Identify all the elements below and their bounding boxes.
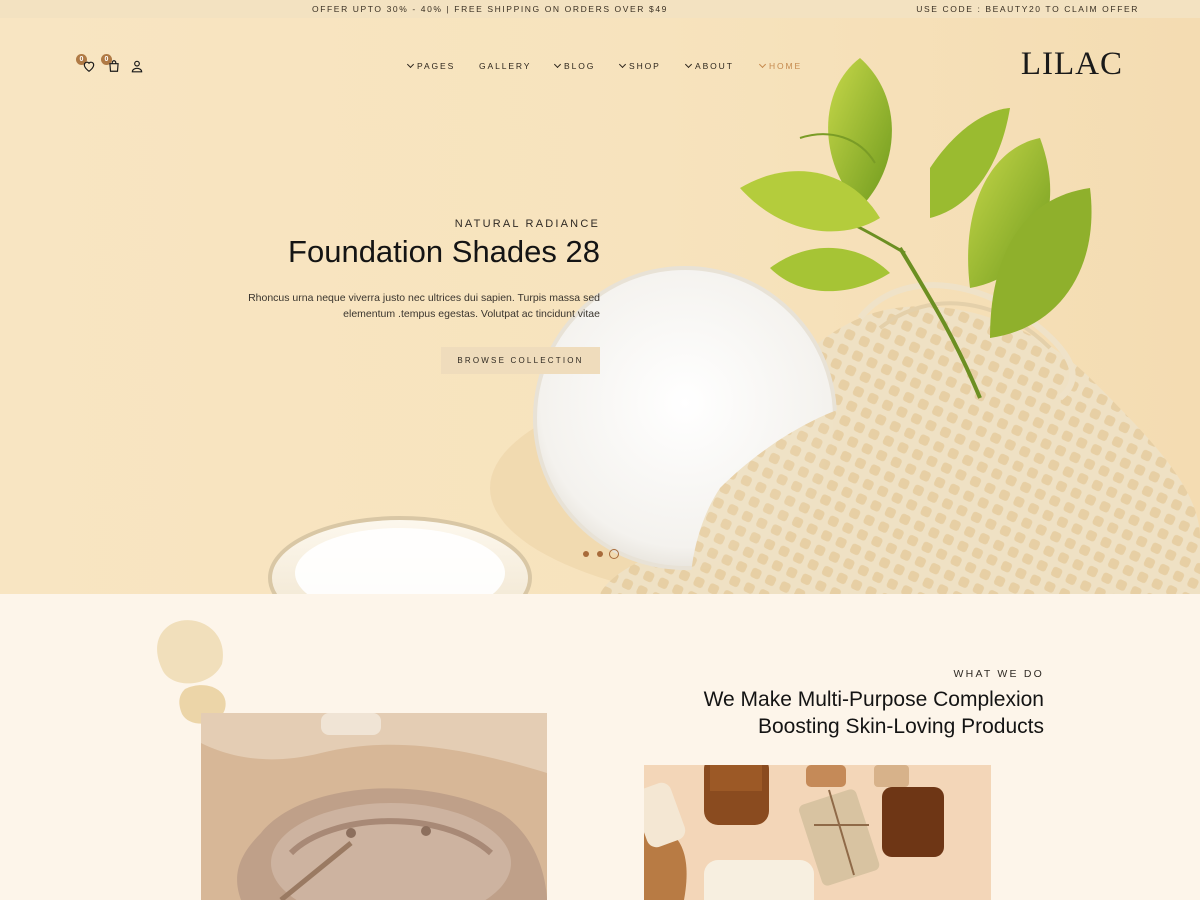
facial-treatment-image: [201, 713, 547, 900]
chevron-down-icon: [758, 60, 767, 69]
offer-text: OFFER UPTO 30% - 40% | FREE SHIPPING ON …: [312, 4, 668, 14]
chevron-down-icon: [406, 60, 415, 69]
wishlist-button[interactable]: 0: [76, 54, 98, 74]
what-we-do-section: WHAT WE DO We Make Multi-Purpose Complex…: [0, 594, 1200, 900]
nav-shop[interactable]: SHOP: [618, 60, 661, 71]
promo-code-text: USE CODE : BEAUTY20 TO CLAIM OFFER: [916, 4, 1139, 14]
chevron-down-icon: [618, 60, 627, 69]
section-eyebrow: WHAT WE DO: [953, 668, 1044, 680]
heart-icon: [83, 61, 95, 72]
slider-dot-2[interactable]: [597, 551, 603, 557]
section-title: We Make Multi-Purpose Complexion Boostin…: [703, 688, 1044, 738]
hero-description: Rhoncus urna neque viverra justo nec ult…: [248, 292, 600, 320]
announcement-bar: OFFER UPTO 30% - 40% | FREE SHIPPING ON …: [0, 0, 1200, 18]
site-logo[interactable]: LILAC: [1021, 46, 1123, 83]
chevron-down-icon: [684, 60, 693, 69]
slider-dot-3-active[interactable]: [609, 549, 619, 559]
petal-decoration: [157, 620, 226, 724]
nav-home[interactable]: HOME: [758, 60, 802, 71]
nav-about[interactable]: ABOUT: [684, 60, 734, 71]
nav-gallery[interactable]: GALLERY: [479, 61, 531, 71]
skincare-products-image: [644, 765, 991, 900]
nav-blog[interactable]: BLOG: [553, 60, 595, 71]
chevron-down-icon: [553, 60, 562, 69]
user-icon: [131, 60, 143, 73]
browse-collection-button[interactable]: BROWSE COLLECTION: [441, 347, 600, 374]
shopping-bag-icon: [109, 60, 119, 72]
slider-dot-1[interactable]: [583, 551, 589, 557]
cart-button[interactable]: 0: [101, 54, 123, 74]
hero-eyebrow: NATURAL RADIANCE: [454, 218, 600, 230]
nav-pages[interactable]: PAGES: [406, 60, 455, 71]
hero-image: [268, 58, 1200, 594]
hero-title: Foundation Shades 28: [288, 234, 600, 269]
hero-slider: 0 0 PAGES GALLERY BLOG SHOP ABOUT HOME L…: [0, 18, 1200, 594]
account-button[interactable]: [128, 56, 146, 74]
